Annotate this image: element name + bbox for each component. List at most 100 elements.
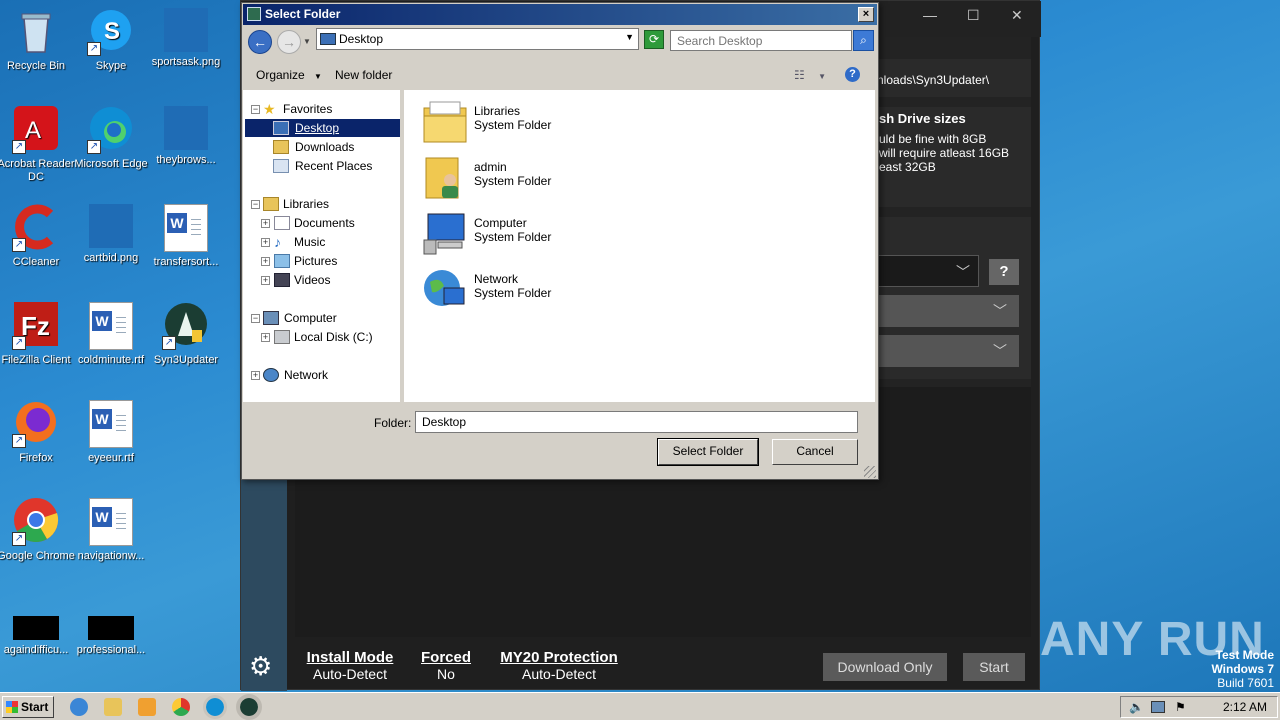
image-file-icon: [164, 106, 208, 150]
start-button[interactable]: Start: [963, 653, 1025, 681]
desktop-icon-cartbid[interactable]: cartbid.png: [71, 204, 151, 265]
desktop-icon-theybrows[interactable]: theybrows...: [146, 106, 226, 167]
pictures-icon: [274, 254, 290, 268]
black-file-icon: [13, 616, 59, 640]
desktop-icon-transfersort[interactable]: transfersort...: [146, 204, 226, 269]
recycle-bin-icon: [12, 8, 60, 56]
libraries-icon: [422, 98, 468, 144]
expand-icon[interactable]: +: [261, 276, 270, 285]
select-folder-button[interactable]: Select Folder: [657, 438, 759, 466]
settings-gear-icon[interactable]: ⚙: [249, 653, 272, 679]
svg-text:S: S: [104, 18, 120, 45]
close-icon[interactable]: ✕: [1011, 7, 1023, 24]
file-item-network[interactable]: Network System Folder: [422, 266, 622, 316]
drive-sizes-line3: east 32GB: [879, 160, 936, 174]
user-folder-icon: [422, 154, 468, 200]
explorer-icon[interactable]: [104, 698, 122, 716]
close-button[interactable]: ×: [858, 7, 874, 22]
flag-icon[interactable]: ⚑: [1175, 700, 1186, 714]
region-select[interactable]: ﹀: [875, 295, 1019, 327]
recent-places-icon: [273, 159, 289, 173]
word-doc-icon: [164, 204, 208, 252]
file-item-libraries[interactable]: Libraries System Folder: [422, 98, 622, 148]
desktop-icon-edge[interactable]: ↗ Microsoft Edge: [71, 106, 151, 171]
refresh-button[interactable]: ⟳: [644, 30, 664, 49]
expand-icon[interactable]: +: [261, 219, 270, 228]
app-status-bar: Install Mode Auto-Detect Forced No MY20 …: [295, 639, 1031, 689]
forced-status: Forced No: [421, 649, 472, 682]
expand-icon[interactable]: +: [251, 371, 260, 380]
history-dropdown-icon[interactable]: ▼: [303, 37, 311, 46]
expand-icon[interactable]: +: [261, 333, 270, 342]
chevron-down-icon[interactable]: ▼: [625, 32, 634, 42]
desktop-icon-ccleaner[interactable]: ↗ CCleaner: [0, 204, 76, 269]
syn3updater-icon[interactable]: [236, 694, 262, 720]
resize-grip-icon[interactable]: [864, 466, 876, 478]
desktop-icon-professional[interactable]: professional...: [71, 616, 151, 657]
hard-drive-icon: [274, 330, 290, 344]
desktop-icon-firefox[interactable]: ↗ Firefox: [0, 400, 76, 465]
volume-icon[interactable]: 🔈: [1129, 700, 1144, 714]
desktop-icon-coldminute[interactable]: coldminute.rtf: [71, 302, 151, 367]
chevron-down-icon: ﹀: [993, 343, 1007, 359]
chrome-icon[interactable]: [172, 698, 190, 716]
expand-icon[interactable]: +: [261, 257, 270, 266]
search-input[interactable]: [670, 30, 852, 51]
image-file-icon: [89, 204, 133, 248]
start-button[interactable]: Start: [2, 696, 54, 718]
desktop-icon-recycle-bin[interactable]: Recycle Bin: [0, 8, 76, 73]
file-item-computer[interactable]: Computer System Folder: [422, 210, 622, 260]
minimize-icon[interactable]: —: [923, 7, 937, 23]
black-file-icon: [88, 616, 134, 640]
desktop-icon-filezilla[interactable]: Fz ↗ FileZilla Client: [0, 302, 76, 367]
drive-sizes-heading: sh Drive sizes: [879, 111, 966, 126]
help-button[interactable]: ?: [989, 259, 1019, 285]
desktop-icon-navigationw[interactable]: navigationw...: [71, 498, 151, 563]
syn3updater-icon: ↗: [162, 302, 210, 350]
forward-button[interactable]: →: [277, 30, 301, 54]
desktop-icon-sportsask[interactable]: sportsask.png: [146, 8, 226, 69]
folder-input[interactable]: Desktop: [415, 411, 858, 433]
desktop-icon-acrobat[interactable]: A ↗ Acrobat Reader DC: [0, 106, 76, 184]
search-icon[interactable]: ⌕: [853, 30, 874, 51]
new-folder-button[interactable]: New folder: [335, 68, 392, 82]
taskbar: Start 🔈 ⚑ 2:12 AM: [0, 692, 1280, 720]
tree-item-desktop[interactable]: Desktop: [245, 119, 400, 137]
version-select[interactable]: ﹀: [875, 335, 1019, 367]
network-icon: [263, 368, 279, 382]
libraries-icon: [263, 197, 279, 211]
drive-sizes-line2: will require atleast 16GB: [879, 146, 1010, 160]
media-player-icon[interactable]: [138, 698, 156, 716]
maximize-icon[interactable]: ☐: [967, 7, 980, 24]
help-icon[interactable]: ?: [845, 67, 860, 82]
filezilla-icon: Fz ↗: [12, 302, 60, 350]
download-only-button[interactable]: Download Only: [823, 653, 947, 681]
desktop-icon-chrome[interactable]: ↗ Google Chrome: [0, 498, 76, 563]
collapse-icon[interactable]: −: [251, 314, 260, 323]
desktop-icon-syn3updater[interactable]: ↗ Syn3Updater: [146, 302, 226, 367]
expand-icon[interactable]: +: [261, 238, 270, 247]
network-tray-icon[interactable]: [1151, 701, 1165, 713]
file-list: Libraries System Folder admin System Fol…: [404, 90, 875, 402]
desktop-icon-eyeeur[interactable]: eyeeur.rtf: [71, 400, 151, 465]
downloads-icon: [273, 140, 289, 154]
address-bar[interactable]: Desktop ▼: [316, 28, 639, 50]
clock[interactable]: 2:12 AM: [1223, 700, 1267, 714]
organize-menu[interactable]: Organize ▼: [256, 68, 322, 82]
desktop-icon-skype[interactable]: S ↗ Skype: [71, 8, 151, 73]
collapse-icon[interactable]: −: [251, 200, 260, 209]
back-button[interactable]: ←: [248, 30, 272, 54]
view-options-icon[interactable]: ☷ ▼: [794, 68, 826, 82]
ie-icon[interactable]: [70, 698, 88, 716]
edge-icon[interactable]: [203, 695, 227, 719]
image-file-icon: [164, 8, 208, 52]
file-item-admin[interactable]: admin System Folder: [422, 154, 622, 204]
desktop-icon-againdifficu[interactable]: againdifficu...: [0, 616, 76, 657]
cancel-button[interactable]: Cancel: [772, 439, 858, 465]
documents-icon: [274, 216, 290, 230]
music-icon: ♪: [274, 234, 281, 250]
dialog-titlebar: Select Folder ×: [243, 4, 877, 25]
drive-select[interactable]: ﹀: [875, 255, 979, 287]
app-icon: [247, 7, 261, 21]
collapse-icon[interactable]: −: [251, 105, 260, 114]
